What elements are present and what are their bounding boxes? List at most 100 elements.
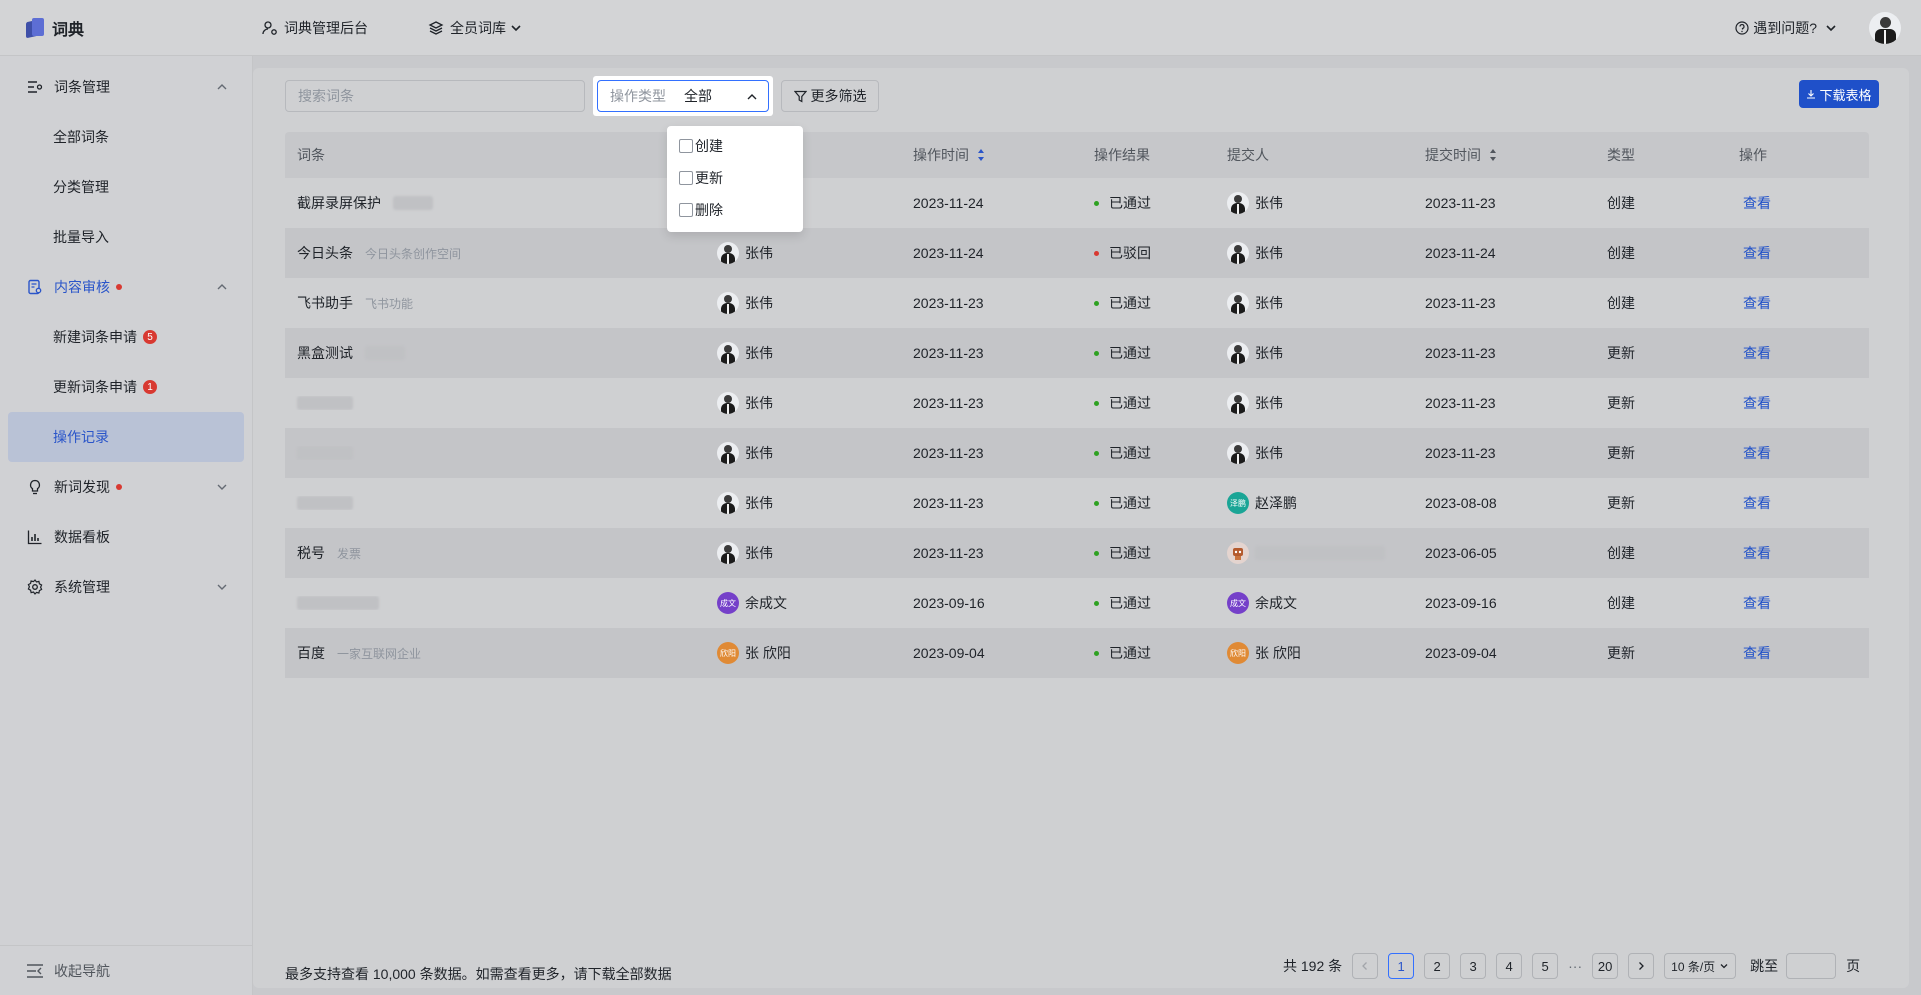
cell-op-time: 2023-11-23	[913, 545, 984, 561]
checkbox[interactable]	[679, 139, 693, 153]
option-create[interactable]: 创建	[671, 130, 799, 162]
nav-admin[interactable]: 词典管理后台	[262, 18, 368, 38]
search-input[interactable]: 搜索词条	[285, 80, 585, 112]
count-badge: 1	[143, 380, 157, 394]
avatar	[1227, 292, 1249, 314]
status-text: 已驳回	[1109, 245, 1151, 261]
avatar: 成文	[1227, 592, 1249, 614]
app-logo[interactable]: 词典	[26, 16, 262, 40]
page-button[interactable]: 4	[1496, 953, 1523, 979]
page-size-select[interactable]: 10 条/页	[1664, 953, 1737, 979]
next-page-button[interactable]	[1628, 953, 1655, 979]
operator-name: 张 欣阳	[745, 645, 791, 661]
sidebar-item-label: 分类管理	[53, 179, 109, 195]
sidebar-item-operation-log[interactable]: 操作记录	[8, 412, 244, 462]
filter-icon	[793, 90, 807, 103]
page-button[interactable]: 1	[1388, 953, 1415, 979]
table-row: 张伟 2023-11-23 已通过 张伟 2023-11-23 更新 查看	[285, 428, 1869, 478]
view-link[interactable]: 查看	[1739, 193, 1771, 213]
view-link[interactable]: 查看	[1739, 593, 1771, 613]
page-button[interactable]: 2	[1424, 953, 1451, 979]
jump-label: 跳至	[1750, 958, 1779, 974]
status-text: 已通过	[1109, 295, 1151, 311]
cell-operator: 张伟	[717, 342, 913, 364]
jump-page-input[interactable]	[1786, 953, 1837, 979]
sidebar-item-label: 全部词条	[53, 129, 109, 145]
cell-submit-time: 2023-11-23	[1425, 345, 1496, 361]
notification-dot	[116, 484, 122, 490]
sidebar-item-bulk-import[interactable]: 批量导入	[0, 212, 252, 262]
cell-submit-time: 2023-09-16	[1425, 595, 1497, 611]
view-link[interactable]: 查看	[1739, 243, 1771, 263]
library-switcher[interactable]: 全员词库	[428, 18, 528, 38]
operation-type-select[interactable]: 操作类型 全部	[593, 76, 773, 116]
page-ellipsis[interactable]: ···	[1568, 958, 1582, 974]
count-badge: 5	[143, 330, 157, 344]
cell-action: 查看	[1739, 293, 1869, 313]
sidebar-item-all-entries[interactable]: 全部词条	[0, 112, 252, 162]
view-link[interactable]: 查看	[1739, 543, 1771, 563]
view-link[interactable]: 查看	[1739, 493, 1771, 513]
view-link[interactable]: 查看	[1739, 443, 1771, 463]
redacted-text	[393, 196, 433, 210]
sidebar-group-review[interactable]: 内容审核	[0, 262, 252, 312]
help-menu[interactable]: 遇到问题?	[1735, 18, 1841, 38]
term-description: 发票	[337, 546, 362, 561]
sidebar-group-system[interactable]: 系统管理	[0, 562, 252, 612]
chevron-down-icon	[1826, 25, 1836, 32]
table-body: 截屏录屏保护 2023-11-24 已通过 张伟 2023-11-23 创建 查看 今日头条今…	[285, 178, 1869, 678]
col-header-label: 提交时间	[1425, 147, 1481, 163]
page-button[interactable]: 5	[1532, 953, 1559, 979]
operator-name: 张伟	[745, 545, 773, 561]
page-button[interactable]: 3	[1460, 953, 1487, 979]
operator-name: 张伟	[745, 295, 773, 311]
cell-action: 查看	[1739, 543, 1869, 563]
sidebar-item-categories[interactable]: 分类管理	[0, 162, 252, 212]
checkbox[interactable]	[679, 171, 693, 185]
status-text: 已通过	[1109, 645, 1151, 661]
cell-term: 飞书助手 飞书功能	[285, 293, 717, 313]
sidebar-group-entries[interactable]: 词条管理	[0, 62, 252, 112]
cell-term: 截屏录屏保护	[285, 193, 717, 213]
view-link[interactable]: 查看	[1739, 293, 1771, 313]
cell-term: 今日头条 今日头条创作空间	[285, 243, 717, 263]
page-button[interactable]: 20	[1592, 953, 1619, 979]
checkbox[interactable]	[679, 203, 693, 217]
status-text: 已通过	[1109, 545, 1151, 561]
cell-term	[285, 396, 717, 410]
status-dot	[1094, 550, 1099, 556]
sidebar-group-new-words[interactable]: 新词发现	[0, 462, 252, 512]
view-link[interactable]: 查看	[1739, 343, 1771, 363]
submitter-name: 张 欣阳	[1255, 645, 1301, 661]
view-link[interactable]: 查看	[1739, 393, 1771, 413]
submitter-name: 张伟	[1255, 195, 1283, 211]
app-name: 词典	[52, 21, 85, 39]
avatar-initials: 欣阳	[1230, 648, 1246, 658]
sidebar-group-dashboard[interactable]: 数据看板	[0, 512, 252, 562]
more-filters-button[interactable]: 更多筛选	[781, 80, 879, 112]
cell-result: 已通过	[1094, 443, 1227, 463]
avatar	[717, 242, 739, 264]
option-label: 删除	[695, 202, 723, 218]
avatar	[717, 342, 739, 364]
option-update[interactable]: 更新	[671, 162, 799, 194]
cell-action: 查看	[1739, 493, 1869, 513]
sidebar-item-new-entry-requests[interactable]: 新建词条申请 5	[0, 312, 252, 362]
view-link[interactable]: 查看	[1739, 643, 1771, 663]
cell-submitter: 张伟	[1227, 442, 1425, 464]
prev-page-button[interactable]	[1352, 953, 1379, 979]
top-bar: 词典 词典管理后台 全员词库 遇到问题?	[0, 0, 1921, 56]
cell-type: 创建	[1607, 595, 1635, 611]
page-size-value: 10 条/页	[1671, 959, 1716, 974]
sidebar-item-update-entry-requests[interactable]: 更新词条申请 1	[0, 362, 252, 412]
col-header-submit-time[interactable]: 提交时间	[1425, 145, 1607, 165]
option-delete[interactable]: 删除	[671, 194, 799, 226]
table-row: 今日头条 今日头条创作空间 张伟 2023-11-24 已驳回 张伟 2023-11-24 创…	[285, 228, 1869, 278]
cell-action: 查看	[1739, 343, 1869, 363]
user-avatar[interactable]	[1869, 12, 1901, 44]
collapse-nav-button[interactable]: 收起导航	[0, 945, 253, 995]
chevron-down-icon	[511, 24, 521, 31]
download-table-button[interactable]: 下载表格	[1799, 80, 1879, 108]
col-header-op-time[interactable]: 操作时间	[913, 145, 1094, 165]
chevron-right-icon	[1639, 962, 1645, 970]
